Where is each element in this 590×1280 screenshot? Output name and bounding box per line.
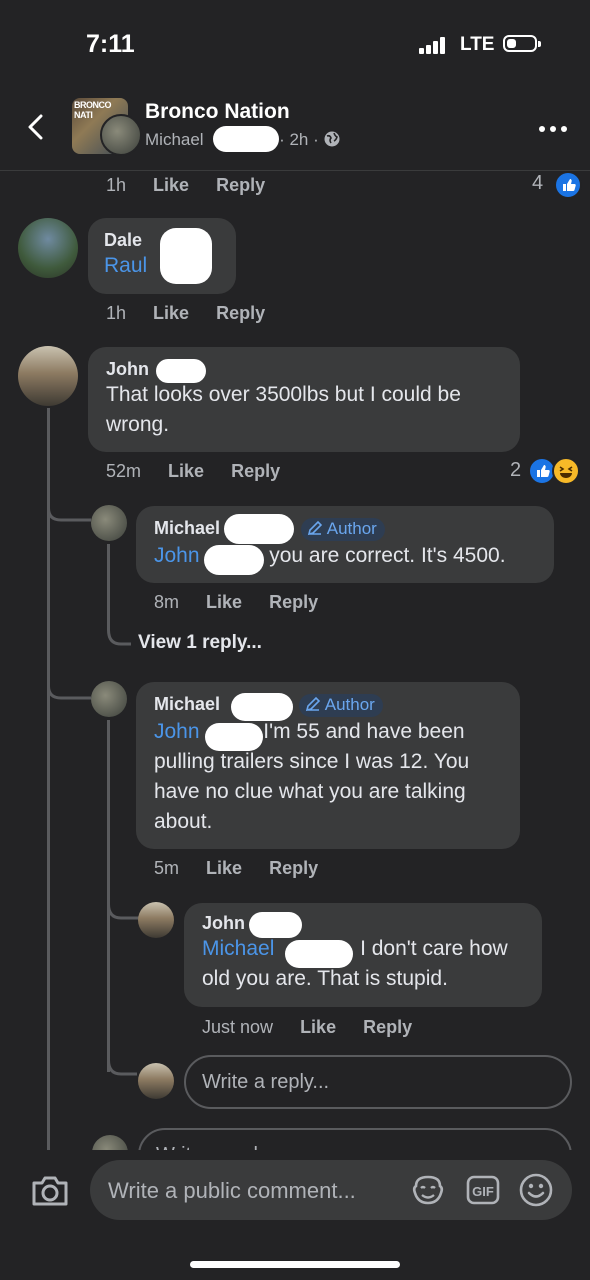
redaction xyxy=(160,228,212,284)
author-badge: Author xyxy=(300,518,385,541)
signal-icon xyxy=(419,36,451,54)
comment-text-body: you are correct. It's 4500. xyxy=(269,544,506,567)
redaction xyxy=(224,514,294,544)
author-label: Author xyxy=(326,519,377,538)
avatar[interactable] xyxy=(18,346,78,406)
comment-meta-row: 1h Like Reply xyxy=(106,175,265,196)
redaction xyxy=(204,545,264,575)
status-time: 7:11 xyxy=(86,30,135,58)
reaction-count[interactable]: 4 xyxy=(532,172,543,195)
like-link[interactable]: Like xyxy=(300,1017,336,1037)
reply-link[interactable]: Reply xyxy=(216,303,265,323)
gif-icon[interactable]: GIF xyxy=(466,1174,500,1206)
more-icon[interactable] xyxy=(538,124,568,134)
camera-icon[interactable] xyxy=(30,1174,70,1208)
comment-time: 1h xyxy=(106,175,127,195)
avatar-sticker-icon[interactable] xyxy=(410,1174,446,1206)
comment-bubble: John That looks over 3500lbs but I could… xyxy=(88,347,520,452)
post-age: · 2h · xyxy=(279,130,319,149)
comment-time: 52m xyxy=(106,461,142,481)
commenter-name[interactable]: Michael xyxy=(154,694,220,714)
like-link[interactable]: Like xyxy=(153,303,189,323)
pencil-icon xyxy=(307,520,323,536)
commenter-name[interactable]: Michael xyxy=(154,518,220,538)
comment-bubble: Michael Author John you are correct. It'… xyxy=(136,506,554,583)
comment-bubble: Michael Author John I'm 55 and have been… xyxy=(136,682,520,849)
avatar xyxy=(138,1063,174,1099)
network-label: LTE xyxy=(460,34,495,55)
redaction xyxy=(205,723,263,751)
thread-connector xyxy=(107,620,131,646)
reply-link[interactable]: Reply xyxy=(269,592,318,612)
comment-text: Michael I don't care how old you are. Th… xyxy=(202,934,524,994)
like-link[interactable]: Like xyxy=(206,858,242,878)
reaction-count[interactable]: 2 xyxy=(510,459,521,482)
thread-connector xyxy=(47,490,91,522)
poster-name[interactable]: Michael xyxy=(145,130,204,149)
redaction xyxy=(249,912,302,938)
comment-composer-bar: Write a public comment... GIF xyxy=(0,1150,590,1280)
redaction xyxy=(285,940,353,968)
post-header: BRONCO NATI Bronco Nation Michael · 2h · xyxy=(0,84,590,171)
like-link[interactable]: Like xyxy=(168,461,204,481)
comment-time: 5m xyxy=(154,858,180,878)
comment-time: 1h xyxy=(106,303,127,323)
redaction xyxy=(231,693,293,721)
public-comment-input[interactable]: Write a public comment... GIF xyxy=(90,1160,572,1220)
author-badge: Author xyxy=(298,694,383,717)
mention[interactable]: Michael xyxy=(202,937,274,960)
redaction xyxy=(213,126,279,152)
thread-line xyxy=(107,544,110,624)
comment-time: 8m xyxy=(154,592,180,612)
svg-text:GIF: GIF xyxy=(472,1184,494,1199)
reply-link[interactable]: Reply xyxy=(231,461,280,481)
comment-text: That looks over 3500lbs but I could be w… xyxy=(106,383,461,436)
pencil-icon xyxy=(305,696,321,712)
mention[interactable]: John xyxy=(154,544,200,567)
group-name[interactable]: Bronco Nation xyxy=(145,100,290,124)
haha-reaction-icon xyxy=(552,457,580,485)
avatar[interactable] xyxy=(91,681,127,717)
mention[interactable]: John xyxy=(154,720,200,743)
emoji-icon[interactable] xyxy=(518,1172,554,1208)
avatar[interactable] xyxy=(18,218,78,278)
redaction xyxy=(156,359,206,383)
public-comment-placeholder: Write a public comment... xyxy=(108,1178,356,1203)
reply-link[interactable]: Reply xyxy=(363,1017,412,1037)
avatar[interactable] xyxy=(91,505,127,541)
globe-icon xyxy=(324,131,340,147)
like-link[interactable]: Like xyxy=(153,175,189,195)
comment-bubble: John Michael I don't care how old you ar… xyxy=(184,903,542,1007)
comment-meta-row: 8m Like Reply xyxy=(154,592,318,613)
author-label: Author xyxy=(324,695,375,714)
view-replies-link[interactable]: View 1 reply... xyxy=(138,632,262,654)
comment-meta-row: 5m Like Reply xyxy=(154,858,318,879)
battery-icon xyxy=(503,35,541,52)
like-link[interactable]: Like xyxy=(206,592,242,612)
avatar[interactable] xyxy=(138,902,174,938)
comment-meta-row: Just now Like Reply xyxy=(202,1017,412,1038)
like-reaction-icon xyxy=(554,171,582,199)
poster-avatar[interactable] xyxy=(100,114,142,156)
comment-meta-row: 1h Like Reply xyxy=(106,303,265,324)
comment-time: Just now xyxy=(202,1017,274,1037)
reply-link[interactable]: Reply xyxy=(216,175,265,195)
comment-header: Michael Author xyxy=(154,518,536,541)
comment-text-body: I'm 55 and have been pulling trailers si… xyxy=(154,720,470,833)
back-icon[interactable] xyxy=(22,112,52,142)
home-indicator xyxy=(190,1261,400,1268)
reply-link[interactable]: Reply xyxy=(269,858,318,878)
reply-input[interactable]: Write a reply... xyxy=(184,1055,572,1109)
comment-header: Michael Author xyxy=(154,694,502,717)
thread-connector xyxy=(47,668,91,700)
comment-meta-row: 52m Like Reply xyxy=(106,461,280,482)
